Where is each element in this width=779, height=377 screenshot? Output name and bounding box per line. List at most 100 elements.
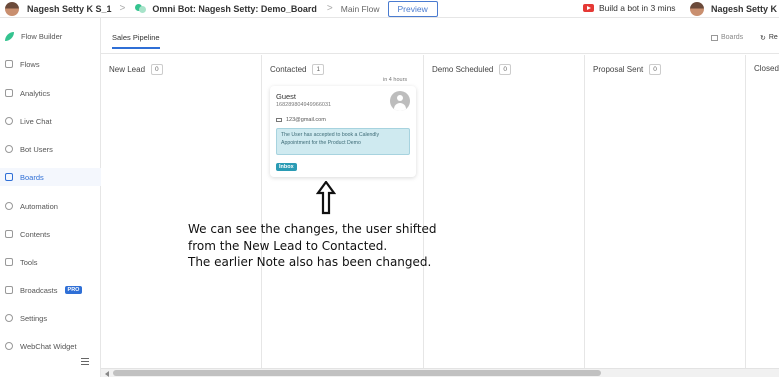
sidebar-item-tools[interactable]: Tools: [0, 253, 101, 271]
sidebar-item-label: Flow Builder: [21, 31, 63, 41]
column-header: Proposal Sent 0: [593, 64, 661, 75]
refresh-label: Re: [768, 34, 778, 41]
column-new-lead: New Lead 0: [101, 55, 262, 368]
sidebar-item-live-chat[interactable]: Live Chat: [0, 112, 101, 130]
column-title: Demo Scheduled: [432, 65, 494, 74]
tools-icon: [5, 258, 13, 266]
sidebar-item-flow-builder[interactable]: Flow Builder: [0, 27, 101, 45]
column-count: 0: [649, 64, 661, 75]
account-menu[interactable]: Nagesh Setty K S: [690, 2, 779, 16]
sidebar-item-webchat-widget[interactable]: WebChat Widget: [0, 337, 101, 355]
build-bot-label: Build a bot in 3 mins: [599, 3, 676, 13]
breadcrumb-separator-2: >: [326, 3, 333, 14]
annotation-text: We can see the changes, the user shifted…: [188, 221, 518, 271]
sidebar-item-label: Tools: [20, 257, 38, 267]
gear-icon: [5, 202, 13, 210]
boards-icon: [711, 34, 718, 41]
column-proposal-sent: Proposal Sent 0: [585, 55, 746, 368]
sidebar-item-settings[interactable]: Settings: [0, 309, 101, 327]
lead-email-text: 123@gmail.com: [286, 117, 326, 123]
column-header: Closed: [754, 64, 779, 73]
annotation-line-1: We can see the changes, the user shifted: [188, 222, 437, 236]
sidebar-item-label: Bot Users: [20, 144, 53, 154]
sidebar-item-flows[interactable]: Flows: [0, 55, 101, 73]
sidebar-item-automation[interactable]: Automation: [0, 197, 101, 215]
sidebar-item-label: Broadcasts: [20, 285, 58, 295]
lead-note: The User has accepted to book a Calendly…: [276, 128, 410, 155]
current-user[interactable]: Nagesh Setty K S_1: [5, 1, 112, 16]
user-name: Nagesh Setty K S_1: [27, 3, 112, 14]
pro-badge: PRO: [64, 286, 83, 294]
sidebar: Flow Builder Flows Analytics Live Chat B…: [0, 18, 101, 377]
lead-id: 168289804949966031: [276, 102, 332, 108]
channel-badge: Inbox: [276, 163, 297, 171]
boards-link[interactable]: Boards: [711, 34, 743, 41]
lead-name: Guest: [276, 92, 297, 101]
bot-name: Omni Bot: Nagesh Setty: Demo_Board: [152, 3, 317, 14]
sidebar-item-label: Live Chat: [20, 116, 52, 126]
refresh-link[interactable]: ↻ Re: [760, 34, 778, 42]
settings-icon: [5, 314, 13, 322]
column-title: Proposal Sent: [593, 65, 644, 74]
user-avatar: [5, 1, 19, 16]
lead-avatar: [390, 91, 410, 111]
annotation-line-2: from the New Lead to Contacted.: [188, 238, 388, 253]
breadcrumb-separator: >: [119, 3, 126, 14]
column-closed: Closed: [746, 55, 779, 368]
bot-selector[interactable]: Omni Bot: Nagesh Setty: Demo_Board: [135, 3, 317, 14]
broadcast-icon: [5, 286, 13, 294]
column-header: New Lead 0: [109, 64, 163, 75]
column-title: Contacted: [270, 65, 307, 74]
boards-icon: [5, 173, 13, 181]
annotation-line-3: The earlier Note also has been changed.: [188, 255, 432, 269]
account-avatar: [690, 2, 704, 16]
lead-email: 123@gmail.com: [276, 117, 326, 123]
sidebar-item-label: Analytics: [20, 88, 51, 98]
scrollbar-thumb[interactable]: [113, 370, 601, 376]
bot-icon: [135, 3, 147, 14]
flows-icon: [5, 60, 13, 68]
youtube-icon: [583, 4, 594, 12]
scroll-left-icon[interactable]: [105, 371, 109, 377]
column-title: Closed: [754, 64, 779, 73]
sidebar-item-label: Boards: [20, 172, 44, 182]
top-bar: Nagesh Setty K S_1 > Omni Bot: Nagesh Se…: [0, 0, 779, 18]
boards-link-label: Boards: [721, 34, 744, 41]
tab-sales-pipeline[interactable]: Sales Pipeline: [112, 33, 160, 49]
horizontal-scrollbar[interactable]: [101, 368, 779, 377]
sidebar-item-label: WebChat Widget: [20, 341, 77, 351]
account-name: Nagesh Setty K S: [711, 4, 779, 14]
build-bot-video-link[interactable]: Build a bot in 3 mins: [583, 3, 676, 13]
mail-icon: [276, 118, 282, 122]
column-count: 0: [499, 64, 511, 75]
kanban-board: New Lead 0 Contacted 1 Demo Scheduled 0 …: [101, 55, 779, 368]
column-header: Contacted 1: [270, 64, 325, 75]
analytics-icon: [5, 89, 13, 97]
flow-label[interactable]: Main Flow: [341, 4, 380, 14]
sidebar-item-broadcasts[interactable]: Broadcasts PRO: [0, 281, 101, 299]
lead-card[interactable]: Guest 168289804949966031 123@gmail.com T…: [270, 86, 416, 177]
sidebar-item-boards[interactable]: Boards: [0, 168, 101, 186]
sidebar-item-label: Contents: [20, 229, 51, 239]
refresh-icon: ↻: [760, 35, 766, 42]
lead-time: in 4 hours: [383, 77, 408, 83]
board-tabs-bar: Sales Pipeline Boards ↻ Re: [101, 18, 779, 54]
sidebar-item-contents[interactable]: Contents: [0, 225, 101, 243]
up-arrow-icon: [316, 181, 336, 215]
sidebar-item-label: Automation: [20, 201, 58, 211]
webchat-icon: [5, 342, 13, 350]
preview-button[interactable]: Preview: [387, 0, 438, 17]
column-count: 0: [151, 64, 163, 75]
column-title: New Lead: [109, 65, 146, 74]
sidebar-item-analytics[interactable]: Analytics: [0, 84, 101, 102]
sidebar-item-label: Settings: [20, 313, 48, 323]
sidebar-item-label: Flows: [20, 59, 40, 69]
live-chat-icon: [5, 117, 13, 125]
sidebar-item-bot-users[interactable]: Bot Users: [0, 140, 101, 158]
leaf-icon: [5, 31, 14, 41]
column-demo-scheduled: Demo Scheduled 0: [424, 55, 585, 368]
collapse-sidebar-icon[interactable]: [81, 358, 89, 365]
column-header: Demo Scheduled 0: [432, 64, 511, 75]
contents-icon: [5, 230, 13, 238]
column-count: 1: [312, 64, 325, 75]
